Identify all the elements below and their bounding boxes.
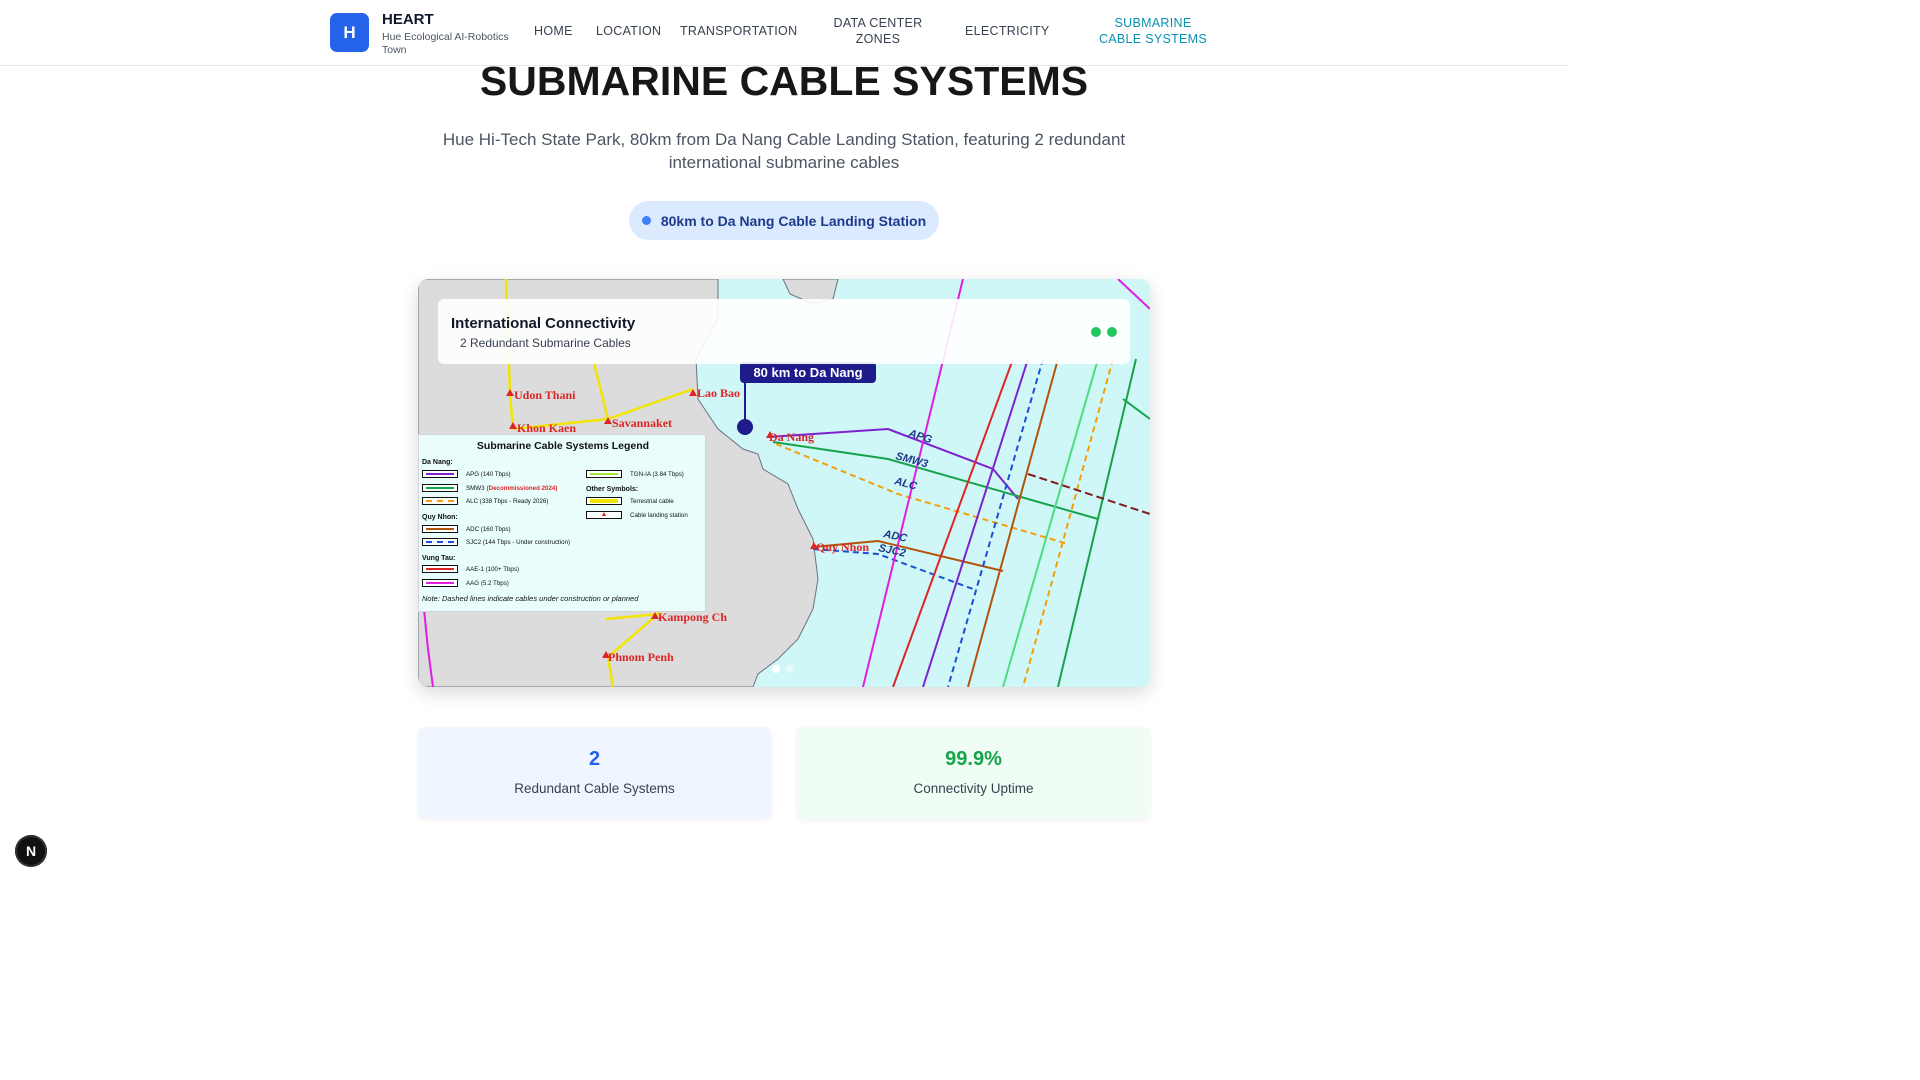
page-title: SUBMARINE CABLE SYSTEMS — [479, 58, 1089, 104]
nav-submarine-cable-systems[interactable]: SUBMARINE CABLE SYSTEMS — [1093, 15, 1213, 47]
legend-item-aag: AAG (5.2 Tbps) — [422, 579, 509, 587]
city-label-savannakhet: Savannaket — [612, 416, 672, 430]
legend-label-smw3: SMW3 — [466, 484, 485, 492]
connectivity-overlay: International Connectivity 2 Redundant S… — [438, 299, 1130, 364]
status-dot-icon — [1107, 327, 1117, 337]
distance-callout-label: 80 km to Da Nang — [753, 365, 862, 380]
site-header: H HEART Hue Ecological AI-Robotics Town … — [0, 0, 1568, 66]
cable-smw3 — [772, 441, 1099, 520]
cable-label-smw3: SMW3 — [894, 450, 929, 470]
legend-label-terrestrial: Terrestrial cable — [630, 497, 674, 505]
page-subtitle: Hue Hi-Tech State Park, 80km from Da Nan… — [442, 130, 1126, 172]
legend-label-landing: Cable landing station — [630, 511, 688, 519]
city-label-phnom-penh: Phnom Penh — [608, 650, 674, 664]
legend-item-terrestrial: Terrestrial cable — [586, 497, 674, 505]
stat-card-cable-systems: 2 Redundant Cable Systems — [418, 727, 771, 818]
legend-heading-da-nang: Da Nang: — [422, 459, 453, 466]
stat-label: Redundant Cable Systems — [514, 781, 675, 796]
overlay-title: International Connectivity — [451, 315, 636, 332]
stat-value: 99.9% — [945, 748, 1002, 770]
nav-home[interactable]: HOME — [534, 23, 573, 39]
stat-label: Connectivity Uptime — [913, 781, 1034, 796]
city-label-lao-bao: Lao Bao — [697, 386, 740, 400]
legend-label-aag: AAG (5.2 Tbps) — [466, 579, 509, 587]
cable-map[interactable]: Udon Thani Lao Bao Khon Kaen Savannaket … — [418, 279, 1150, 687]
legend-heading-vung-tau: Vung Tau: — [422, 555, 456, 562]
cable-label-apg: APG — [906, 427, 934, 446]
hue-park-marker — [737, 419, 753, 435]
stat-value: 2 — [588, 748, 601, 770]
overlay-subtitle: 2 Redundant Submarine Cables — [460, 336, 631, 350]
city-label-udon-thani: Udon Thani — [514, 388, 576, 402]
legend-item-landing: ▲ Cable landing station — [586, 511, 688, 519]
legend-title: Submarine Cable Systems Legend — [476, 440, 650, 452]
legend-label-adc: ADC (160 Tbps) — [466, 525, 511, 533]
legend-label-smw3-note: (Decommissioned 2024) — [486, 484, 558, 492]
city-label-kampong: Kampong Ch — [658, 610, 727, 624]
dev-tools-icon[interactable]: N — [15, 835, 47, 867]
legend-label-tgn: TGN-IA (3.84 Tbps) — [630, 470, 684, 478]
legend-label-alc: ALC (338 Tbps - Ready 2026) — [466, 497, 549, 505]
city-label-khon-kaen: Khon Kaen — [517, 421, 576, 435]
city-label-quy-nhon: Quy Nhon — [816, 540, 869, 554]
carousel-dot[interactable] — [786, 665, 794, 673]
legend-item-aae1: AAE-1 (100+ Tbps) — [422, 565, 519, 573]
nav-data-center-zones[interactable]: DATA CENTER ZONES — [828, 15, 928, 47]
legend-item-sjc2: SJC2 (144 Tbps - Under construction) — [422, 538, 570, 546]
nav-location[interactable]: LOCATION — [596, 23, 661, 39]
legend-label-sjc2: SJC2 (144 Tbps - Under construction) — [466, 538, 571, 546]
legend-heading-other: Other Symbols: — [586, 486, 639, 493]
legend-item-tgn: TGN-IA (3.84 Tbps) — [586, 470, 684, 478]
brand-tagline: Hue Ecological AI-Robotics Town — [382, 31, 509, 56]
legend-label-aae1: AAE-1 (100+ Tbps) — [466, 565, 520, 573]
status-dot-icon — [1091, 327, 1101, 337]
legend-heading-quy-nhon: Quy Nhon: — [422, 514, 458, 521]
nav-electricity[interactable]: ELECTRICITY — [965, 23, 1050, 39]
cable-label-sjc2: SJC2 — [877, 542, 906, 559]
logo-icon[interactable]: H — [330, 13, 369, 52]
legend-item-apg: APG (140 Tbps) — [422, 470, 511, 478]
legend-note: Note: Dashed lines indicate cables under… — [422, 594, 639, 603]
distance-badge-label: 80km to Da Nang Cable Landing Station — [660, 212, 927, 229]
legend-item-adc: ADC (160 Tbps) — [422, 525, 511, 533]
legend-item-alc: ALC (338 Tbps - Ready 2026) — [422, 497, 548, 505]
nav-transportation[interactable]: TRANSPORTATION — [680, 23, 797, 39]
legend-item-smw3: SMW3 (Decommissioned 2024) — [422, 484, 557, 492]
brand-name[interactable]: HEART — [382, 11, 434, 28]
stat-card-uptime: 99.9% Connectivity Uptime — [797, 727, 1150, 818]
status-dot-icon — [641, 216, 651, 225]
city-label-da-nang: Da Nang — [769, 430, 814, 444]
carousel-dot-active[interactable] — [772, 665, 780, 673]
legend-label-apg: APG (140 Tbps) — [466, 470, 511, 478]
distance-badge: 80km to Da Nang Cable Landing Station — [629, 201, 939, 240]
map-legend: Submarine Cable Systems Legend Da Nang: … — [418, 434, 706, 612]
